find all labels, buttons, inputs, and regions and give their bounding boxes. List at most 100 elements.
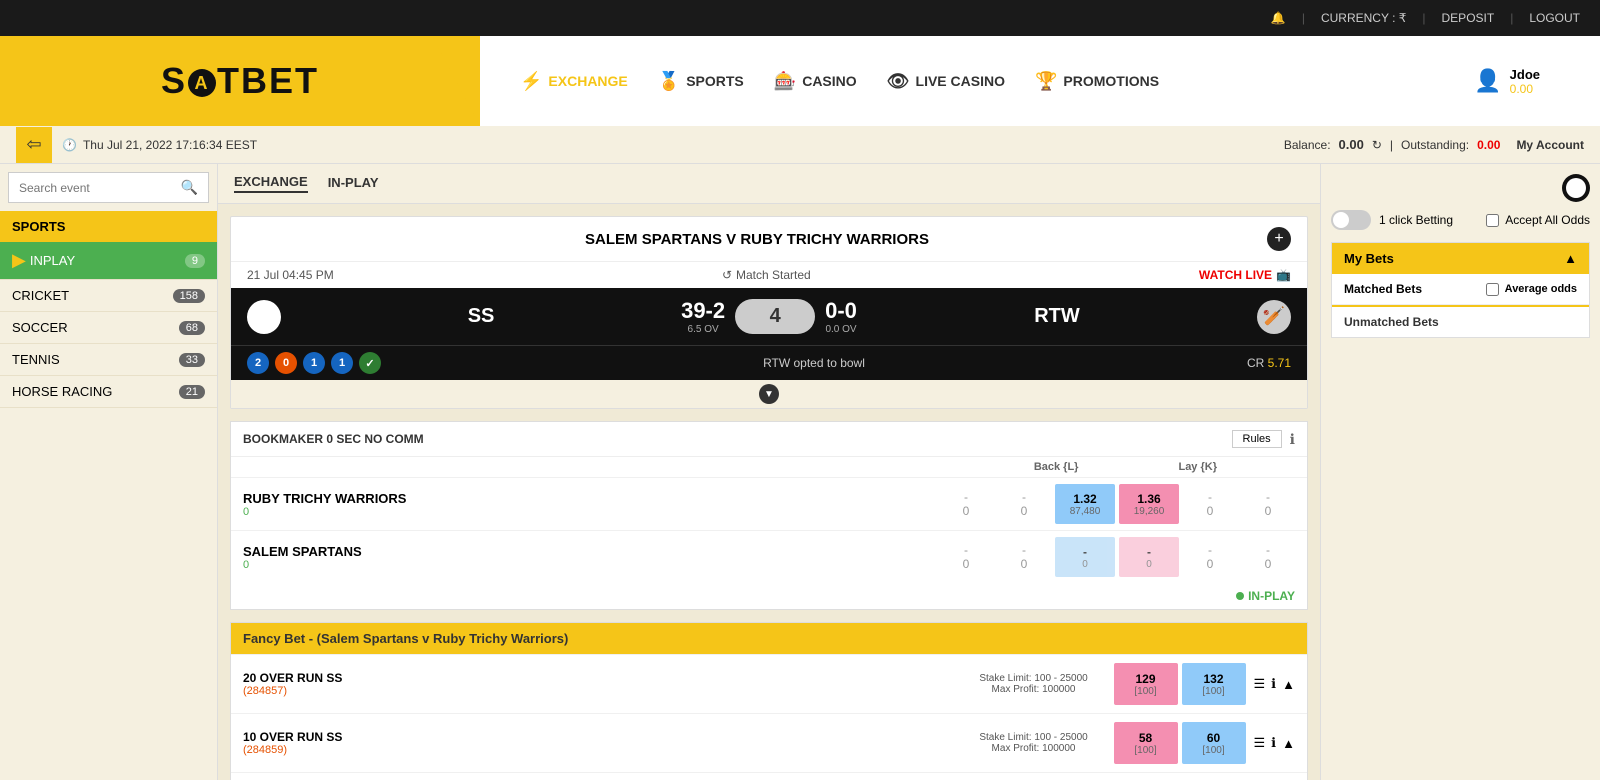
username: Jdoe (1510, 67, 1540, 82)
info-icon[interactable]: ℹ (1290, 431, 1295, 448)
separator: | (1390, 138, 1393, 152)
bookmaker-header: BOOKMAKER 0 SEC NO COMM Rules ℹ (231, 422, 1307, 457)
search-icon: 🔍 (181, 179, 198, 196)
promotions-icon: 🏆 (1035, 71, 1057, 92)
content-area: EXCHANGE IN-PLAY SALEM SPARTANS V RUBY T… (218, 164, 1320, 780)
tennis-badge: 33 (179, 353, 205, 367)
top-bar: 🔔 | CURRENCY : ₹ | DEPOSIT | LOGOUT (0, 0, 1600, 36)
fancy-name-2: 10 OVER RUN SS (284859) (243, 730, 954, 756)
avg-odds-checkbox[interactable] (1486, 283, 1499, 296)
fancy-name-1: 20 OVER RUN SS (284857) (243, 671, 954, 697)
fancy-lay-2[interactable]: 58 [100] (1114, 722, 1178, 764)
wicket-badge-1: 2 (247, 352, 269, 374)
exchange-nav: EXCHANGE IN-PLAY (218, 164, 1320, 204)
sidebar-toggle-button[interactable]: ⇦ (16, 127, 52, 163)
deposit-button[interactable]: DEPOSIT (1442, 11, 1495, 25)
team1-score-box: SS (291, 305, 671, 328)
back1-button-ss[interactable]: - 0 (1055, 537, 1115, 577)
fancy-up-icon-2[interactable]: ▲ (1282, 736, 1295, 751)
wicket-badge-4: 1 (331, 352, 353, 374)
fancy-row-2: 10 OVER RUN SS (284859) Stake Limit: 100… (231, 713, 1307, 772)
expand-button[interactable]: ▼ (759, 384, 779, 404)
datetime-label: Thu Jul 21, 2022 17:16:34 EEST (83, 138, 257, 152)
nav-sports[interactable]: 🏅 SPORTS (658, 71, 744, 92)
exchange-nav-inplay[interactable]: IN-PLAY (328, 175, 379, 192)
my-account-link[interactable]: My Account (1516, 138, 1584, 152)
fancy-odds-2: 58 [100] 60 [100] (1114, 722, 1246, 764)
fancy-back-1[interactable]: 132 [100] (1182, 663, 1246, 705)
main-layout: 🔍 SPORTS ▶ INPLAY 9 CRICKET 158 SOCCER 6… (0, 164, 1600, 780)
nav-exchange[interactable]: ⚡ EXCHANGE (520, 71, 628, 92)
sidebar-item-cricket[interactable]: CRICKET 158 (0, 280, 217, 312)
sidebar-item-tennis[interactable]: TENNIS 33 (0, 344, 217, 376)
sidebar-item-inplay[interactable]: ▶ INPLAY 9 (0, 242, 217, 280)
refresh-icon[interactable]: ↻ (1372, 138, 1382, 152)
accept-all-label: Accept All Odds (1505, 213, 1590, 227)
matched-bets-tab: Matched Bets Average odds (1332, 274, 1589, 305)
back-header: Back {L} (1034, 461, 1079, 473)
team2-score-box: RTW (867, 305, 1247, 328)
one-click-toggle[interactable] (1331, 210, 1371, 230)
back2-cell: - 0 (997, 490, 1051, 518)
lay2-cell: - 0 (1183, 490, 1237, 518)
fancy-lay-1[interactable]: 129 [100] (1114, 663, 1178, 705)
back1-button-rtw[interactable]: 1.32 87,480 (1055, 484, 1115, 524)
search-input[interactable] (19, 181, 181, 195)
outstanding-value: 0.00 (1477, 138, 1500, 152)
clock-icon: 🕐 (62, 138, 77, 152)
rules-button[interactable]: Rules (1232, 430, 1282, 448)
edit-button[interactable]: ✏ (247, 300, 281, 334)
lay3-cell-ss: - 0 (1241, 543, 1295, 571)
lay1-button-ss[interactable]: - 0 (1119, 537, 1179, 577)
inplay-dot (1236, 592, 1244, 600)
nav-live-casino[interactable]: 👁 LIVE CASINO (887, 71, 1005, 92)
fancy-odds-1: 129 [100] 132 [100] (1114, 663, 1246, 705)
bets-section: My Bets ▲ Matched Bets Average odds Unma… (1331, 242, 1590, 338)
lay1-button-rtw[interactable]: 1.36 19,260 (1119, 484, 1179, 524)
sidebar-section-sports[interactable]: SPORTS (0, 211, 217, 242)
currency-selector[interactable]: CURRENCY : ₹ (1321, 11, 1406, 25)
sun-icon (1562, 174, 1590, 202)
logout-button[interactable]: LOGOUT (1529, 11, 1580, 25)
time-info: 🕐 Thu Jul 21, 2022 17:16:34 EEST (62, 138, 1274, 152)
fancy-back-2[interactable]: 60 [100] (1182, 722, 1246, 764)
history-icon: ↺ (722, 268, 732, 282)
outstanding-label: Outstanding: (1401, 138, 1469, 152)
header: SATBET ⚡ EXCHANGE 🏅 SPORTS 🎰 CASINO 👁 LI… (0, 36, 1600, 126)
balance-label: Balance: (1284, 138, 1331, 152)
accept-all-checkbox[interactable] (1486, 214, 1499, 227)
odds-cells-ss: - 0 - 0 - 0 - 0 (939, 537, 1295, 577)
cr-badge: CR 5.71 (1247, 356, 1291, 370)
match-plus-button[interactable]: + (1267, 227, 1291, 251)
nav-promotions[interactable]: 🏆 PROMOTIONS (1035, 71, 1159, 92)
my-bets-header[interactable]: My Bets ▲ (1332, 243, 1589, 274)
nav-menu: ⚡ EXCHANGE 🏅 SPORTS 🎰 CASINO 👁 LIVE CASI… (480, 67, 1600, 96)
info-bar: ⇦ 🕐 Thu Jul 21, 2022 17:16:34 EEST Balan… (0, 126, 1600, 164)
wicket-badge-3: 1 (303, 352, 325, 374)
fancy-info-icon-2[interactable]: ℹ (1271, 735, 1276, 751)
avg-odds-row: Average odds (1486, 283, 1577, 296)
match-status: ↺ Match Started (722, 268, 811, 282)
team1-abbr: SS (291, 305, 671, 328)
fancy-actions-1: ☰ ℹ ▲ (1254, 676, 1295, 692)
inplay-chevron: ▶ (12, 250, 26, 271)
sidebar-item-soccer[interactable]: SOCCER 68 (0, 312, 217, 344)
watch-live[interactable]: WATCH LIVE 📺 (1199, 268, 1291, 282)
sidebar: 🔍 SPORTS ▶ INPLAY 9 CRICKET 158 SOCCER 6… (0, 164, 218, 780)
search-box[interactable]: 🔍 (8, 172, 209, 203)
right-panel: 1 click Betting Accept All Odds My Bets … (1320, 164, 1600, 780)
fancy-actions-2: ☰ ℹ ▲ (1254, 735, 1295, 751)
odds-row-rtw: RUBY TRICHY WARRIORS 0 - 0 - 0 1.32 87,4… (231, 477, 1307, 530)
fancy-info-icon[interactable]: ℹ (1271, 676, 1276, 692)
match-header: SALEM SPARTANS V RUBY TRICHY WARRIORS + (231, 217, 1307, 262)
casino-icon: 🎰 (774, 71, 796, 92)
exchange-nav-exchange[interactable]: EXCHANGE (234, 174, 308, 193)
team2-abbr: RTW (867, 305, 1247, 328)
nav-casino[interactable]: 🎰 CASINO (774, 71, 857, 92)
fancy-limit-1: Stake Limit: 100 - 25000 Max Profit: 100… (954, 673, 1114, 695)
sidebar-item-horse-racing[interactable]: HORSE RACING 21 (0, 376, 217, 408)
bets-collapse-icon: ▲ (1564, 251, 1577, 266)
fancy-up-icon[interactable]: ▲ (1282, 677, 1295, 692)
fancy-list-icon: ☰ (1254, 676, 1266, 692)
unmatched-bets-tab: Unmatched Bets (1332, 307, 1589, 337)
